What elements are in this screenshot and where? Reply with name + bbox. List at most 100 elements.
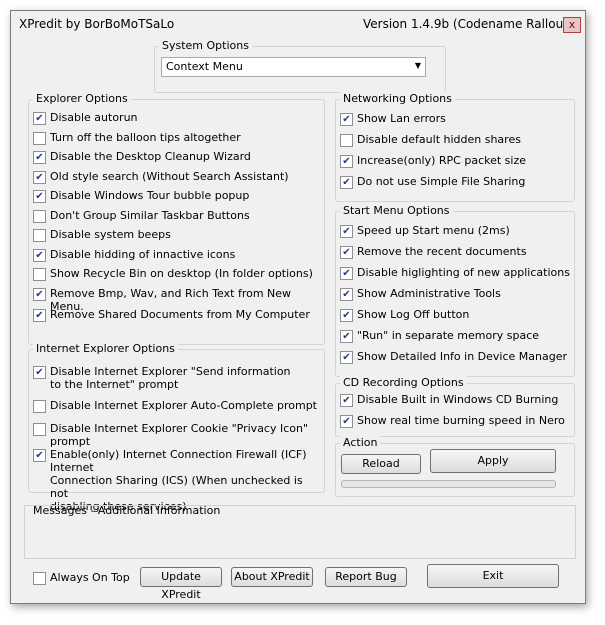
start-menu-options-legend: Start Menu Options [340, 204, 453, 217]
option-row[interactable]: ✔ Show real time burning speed in Nero [340, 414, 565, 428]
checkbox-checked[interactable]: ✔ [340, 225, 353, 238]
option-row[interactable]: Disable system beeps [33, 228, 171, 242]
checkbox-checked[interactable]: ✔ [340, 394, 353, 407]
option-row[interactable]: ✔ Show Lan errors [340, 112, 446, 126]
option-label: Disable Internet Explorer "Send informat… [50, 365, 291, 391]
option-row[interactable]: ✔ Disable higlighting of new applications [340, 266, 570, 280]
checkbox-checked[interactable]: ✔ [33, 449, 46, 462]
option-row[interactable]: ✔ Remove Shared Documents from My Compute… [33, 308, 310, 322]
option-label: Show Lan errors [357, 112, 446, 125]
option-label: Disable Internet Explorer Auto-Complete … [50, 399, 317, 412]
ie-options-legend: Internet Explorer Options [33, 342, 178, 355]
action-legend: Action [340, 436, 381, 449]
option-label: Show Administrative Tools [357, 287, 501, 300]
option-label: Disable hidding of innactive icons [50, 248, 236, 261]
chevron-down-icon[interactable]: ▼ [415, 61, 421, 70]
progress-bar [341, 480, 556, 488]
option-label: Show Detailed Info in Device Manager [357, 350, 567, 363]
option-label: Turn off the balloon tips altogether [50, 131, 241, 144]
option-label: Disable the Desktop Cleanup Wizard [50, 150, 251, 163]
option-row[interactable]: Don't Group Similar Taskbar Buttons [33, 209, 250, 223]
option-row[interactable]: ✔ Disable hidding of innactive icons [33, 248, 235, 262]
checkbox-checked[interactable]: ✔ [33, 112, 46, 125]
report-bug-button[interactable]: Report Bug [325, 567, 407, 587]
checkbox-unchecked[interactable] [33, 268, 46, 281]
checkbox-checked[interactable]: ✔ [33, 151, 46, 164]
networking-options-group: Networking Options ✔ Show Lan errors Disab… [335, 92, 575, 202]
close-button[interactable]: x [563, 17, 581, 33]
option-row[interactable]: ✔ Old style search (Without Search Assist… [33, 170, 289, 184]
checkbox-checked[interactable]: ✔ [340, 113, 353, 126]
reload-button[interactable]: Reload [341, 454, 421, 474]
checkbox-unchecked[interactable] [33, 400, 46, 413]
checkbox-checked[interactable]: ✔ [340, 330, 353, 343]
checkbox-checked[interactable]: ✔ [33, 190, 46, 203]
option-row[interactable]: ✔ Show Administrative Tools [340, 287, 501, 301]
checkbox-checked[interactable]: ✔ [33, 309, 46, 322]
messages-title: Messages - Additional Information [33, 504, 221, 517]
explorer-options-legend: Explorer Options [33, 92, 131, 105]
option-row[interactable]: Show Recycle Bin on desktop (In folder o… [33, 267, 313, 281]
option-row[interactable]: Turn off the balloon tips altogether [33, 131, 241, 145]
option-label: Disable autorun [50, 111, 138, 124]
checkbox-unchecked[interactable] [33, 229, 46, 242]
action-group: Action Reload Apply [335, 436, 575, 497]
option-label: Show real time burning speed in Nero [357, 414, 565, 427]
checkbox-checked[interactable]: ✔ [340, 288, 353, 301]
checkbox-checked[interactable]: ✔ [33, 249, 46, 262]
exit-button[interactable]: Exit [427, 564, 559, 588]
system-options-group: System Options Context Menu ▼ [154, 39, 446, 93]
option-row[interactable]: ✔ Disable Internet Explorer "Send informa… [33, 365, 291, 391]
checkbox-checked[interactable]: ✔ [33, 366, 46, 379]
cd-recording-options-group: CD Recording Options ✔ Disable Built in W… [335, 376, 575, 437]
checkbox-unchecked[interactable] [340, 134, 353, 147]
option-row[interactable]: Disable default hidden shares [340, 133, 521, 147]
window-title: XPredit by BorBoMoTSaLo [19, 17, 175, 31]
option-label: Show Log Off button [357, 308, 470, 321]
checkbox-checked[interactable]: ✔ [340, 246, 353, 259]
option-label: Disable Internet Explorer Cookie "Privac… [50, 422, 309, 448]
checkbox-checked[interactable]: ✔ [33, 171, 46, 184]
checkbox-checked[interactable]: ✔ [340, 351, 353, 364]
system-options-selected: Context Menu [166, 60, 243, 73]
option-row[interactable]: ✔ Disable Built in Windows CD Burning [340, 393, 558, 407]
option-row[interactable]: ✔ Disable Windows Tour bubble popup [33, 189, 249, 203]
option-row[interactable]: ✔ Do not use Simple File Sharing [340, 175, 525, 189]
checkbox-unchecked[interactable] [33, 132, 46, 145]
checkbox-unchecked[interactable] [33, 210, 46, 223]
checkbox-unchecked[interactable] [33, 423, 46, 436]
messages-box: Messages - Additional Information [24, 504, 576, 559]
apply-button[interactable]: Apply [430, 449, 556, 473]
system-options-select[interactable]: Context Menu ▼ [161, 57, 426, 77]
option-row[interactable]: Disable Internet Explorer Auto-Complete … [33, 399, 317, 413]
start-menu-options-group: Start Menu Options ✔ Speed up Start menu … [335, 204, 575, 377]
checkbox-checked[interactable]: ✔ [340, 309, 353, 322]
checkbox-checked[interactable]: ✔ [340, 267, 353, 280]
option-row[interactable]: ✔ Remove the recent documents [340, 245, 527, 259]
checkbox-checked[interactable]: ✔ [340, 176, 353, 189]
option-row[interactable]: ✔ Increase(only) RPC packet size [340, 154, 526, 168]
about-button[interactable]: About XPredit [231, 567, 313, 587]
checkbox-checked[interactable]: ✔ [340, 415, 353, 428]
option-row[interactable]: ✔ Speed up Start menu (2ms) [340, 224, 510, 238]
always-on-top-label: Always On Top [50, 571, 130, 584]
always-on-top-checkbox[interactable]: Always On Top [33, 571, 130, 585]
checkbox-checked[interactable]: ✔ [340, 155, 353, 168]
option-row[interactable]: ✔ Disable autorun [33, 111, 138, 125]
option-row[interactable]: ✔ Show Log Off button [340, 308, 469, 322]
update-button[interactable]: Update XPredit [140, 567, 222, 601]
checkbox-checked[interactable]: ✔ [33, 288, 46, 301]
option-row[interactable]: ✔ "Run" in separate memory space [340, 329, 539, 343]
option-row[interactable]: ✔ Disable the Desktop Cleanup Wizard [33, 150, 251, 164]
cd-recording-options-legend: CD Recording Options [340, 376, 467, 389]
system-options-legend: System Options [159, 39, 252, 52]
always-on-top-box[interactable] [33, 572, 46, 585]
option-label: Remove Shared Documents from My Computer [50, 308, 310, 321]
option-label: Disable Built in Windows CD Burning [357, 393, 559, 406]
option-label: Don't Group Similar Taskbar Buttons [50, 209, 250, 222]
option-label: Old style search (Without Search Assista… [50, 170, 289, 183]
option-row[interactable]: Disable Internet Explorer Cookie "Privac… [33, 422, 324, 448]
xpredit-window: XPredit by BorBoMoTSaLo Version 1.4.9b (… [10, 10, 586, 604]
explorer-options-group: Explorer Options ✔ Disable autorun Turn of… [28, 92, 325, 345]
option-row[interactable]: ✔ Show Detailed Info in Device Manager [340, 350, 567, 364]
